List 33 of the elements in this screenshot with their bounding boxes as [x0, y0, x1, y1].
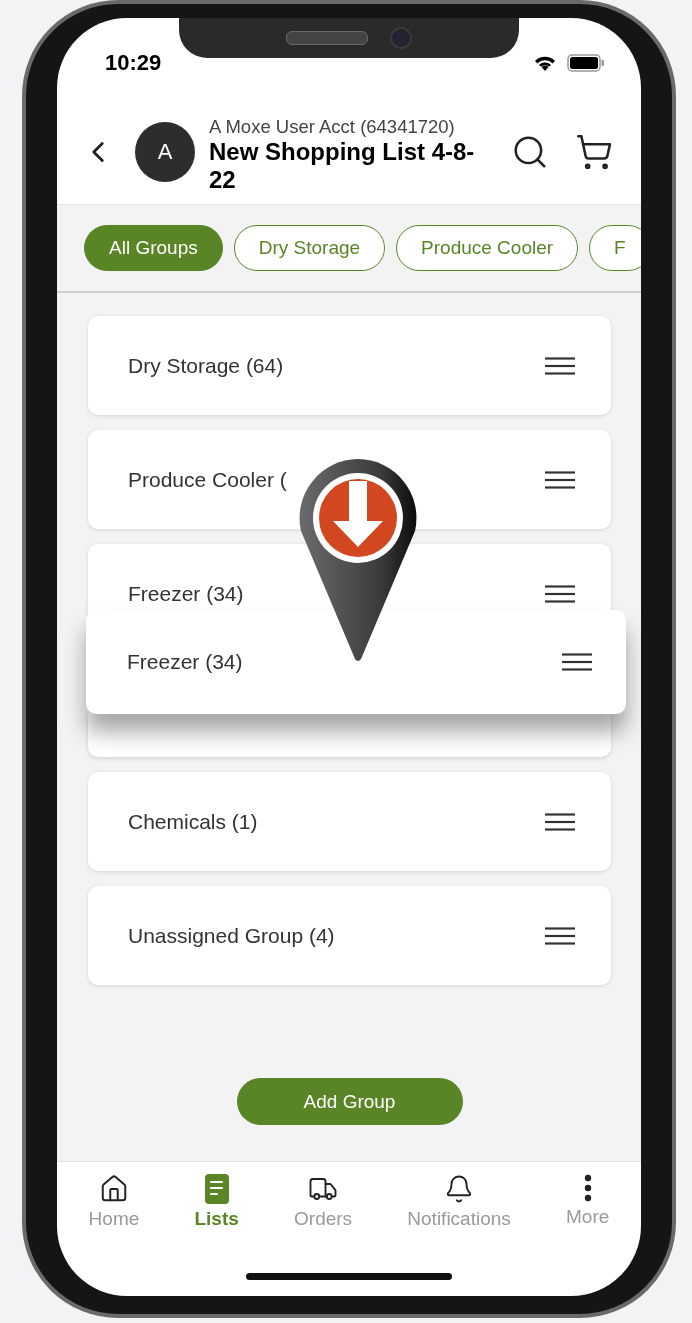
more-icon	[583, 1174, 592, 1202]
list-title: New Shopping List 4-8-22	[209, 138, 476, 194]
drag-handle-icon[interactable]	[545, 356, 575, 375]
drag-handle-icon[interactable]	[562, 653, 592, 671]
group-name: Produce Cooler (	[128, 467, 287, 492]
drag-handle-icon[interactable]	[545, 584, 575, 603]
group-name: Dry Storage (64)	[128, 353, 284, 378]
dragged-group-card[interactable]: Freezer (34)	[86, 610, 626, 714]
filter-chip[interactable]: Produce Cooler	[396, 225, 579, 271]
drag-handle-icon[interactable]	[545, 812, 575, 831]
cart-icon[interactable]	[575, 133, 613, 171]
avatar: A	[135, 122, 195, 182]
drag-handle-icon[interactable]	[545, 926, 575, 945]
camera-lens	[390, 27, 412, 49]
nav-tab[interactable]: Lists	[194, 1174, 239, 1230]
wifi-icon	[533, 54, 557, 72]
nav-tab[interactable]: Orders	[294, 1174, 353, 1230]
group-name: Freezer (34)	[128, 581, 244, 606]
status-time: 10:29	[105, 50, 162, 76]
nav-tab[interactable]: Notifications	[407, 1174, 511, 1230]
group-name: Chemicals (1)	[128, 809, 258, 834]
group-name: Unassigned Group (4)	[128, 923, 335, 948]
group-name: Freezer (34)	[127, 650, 243, 674]
drag-handle-icon[interactable]	[545, 470, 575, 489]
nav-tab[interactable]: More	[566, 1174, 610, 1230]
filter-chip[interactable]: F	[589, 225, 641, 271]
battery-icon	[567, 54, 605, 72]
filter-chip[interactable]: All Groups	[84, 225, 223, 271]
document-icon	[203, 1174, 230, 1204]
add-group-button[interactable]: Add Group	[236, 1078, 463, 1125]
nav-tab[interactable]: Home	[88, 1174, 140, 1230]
account-name: A Moxe User Acct (64341720)	[209, 116, 456, 138]
filter-chip[interactable]: Dry Storage	[233, 225, 386, 271]
